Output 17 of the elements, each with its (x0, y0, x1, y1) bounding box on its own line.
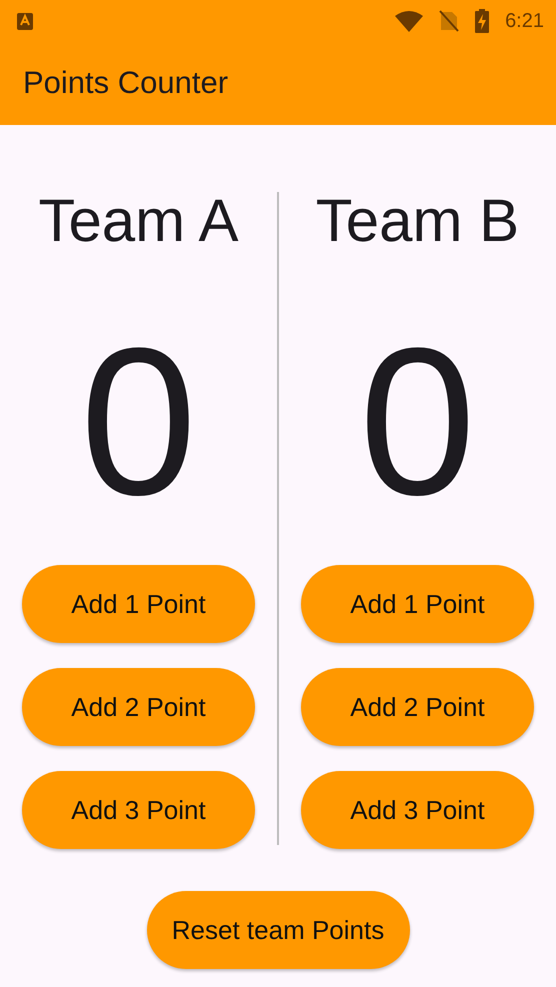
battery-charging-icon (475, 9, 490, 33)
add-points-button[interactable]: Add 1 Point (22, 565, 255, 643)
team-name: Team B (316, 191, 520, 251)
team-name: Team A (38, 191, 239, 251)
team-score: 0 (80, 317, 197, 535)
add-points-button[interactable]: Add 1 Point (301, 565, 534, 643)
clock-time: 6:21 (505, 9, 544, 34)
add-points-button[interactable]: Add 2 Point (301, 668, 534, 746)
reset-button[interactable]: Reset team Points (146, 891, 410, 969)
wifi-icon (395, 10, 424, 32)
app-title: Points Counter (23, 64, 228, 102)
notification-icon (17, 12, 33, 30)
no-sim-icon (439, 10, 460, 32)
team-score: 0 (359, 317, 476, 535)
add-points-button[interactable]: Add 3 Point (22, 771, 255, 849)
add-points-button[interactable]: Add 3 Point (301, 771, 534, 849)
add-points-button[interactable]: Add 2 Point (22, 668, 255, 746)
